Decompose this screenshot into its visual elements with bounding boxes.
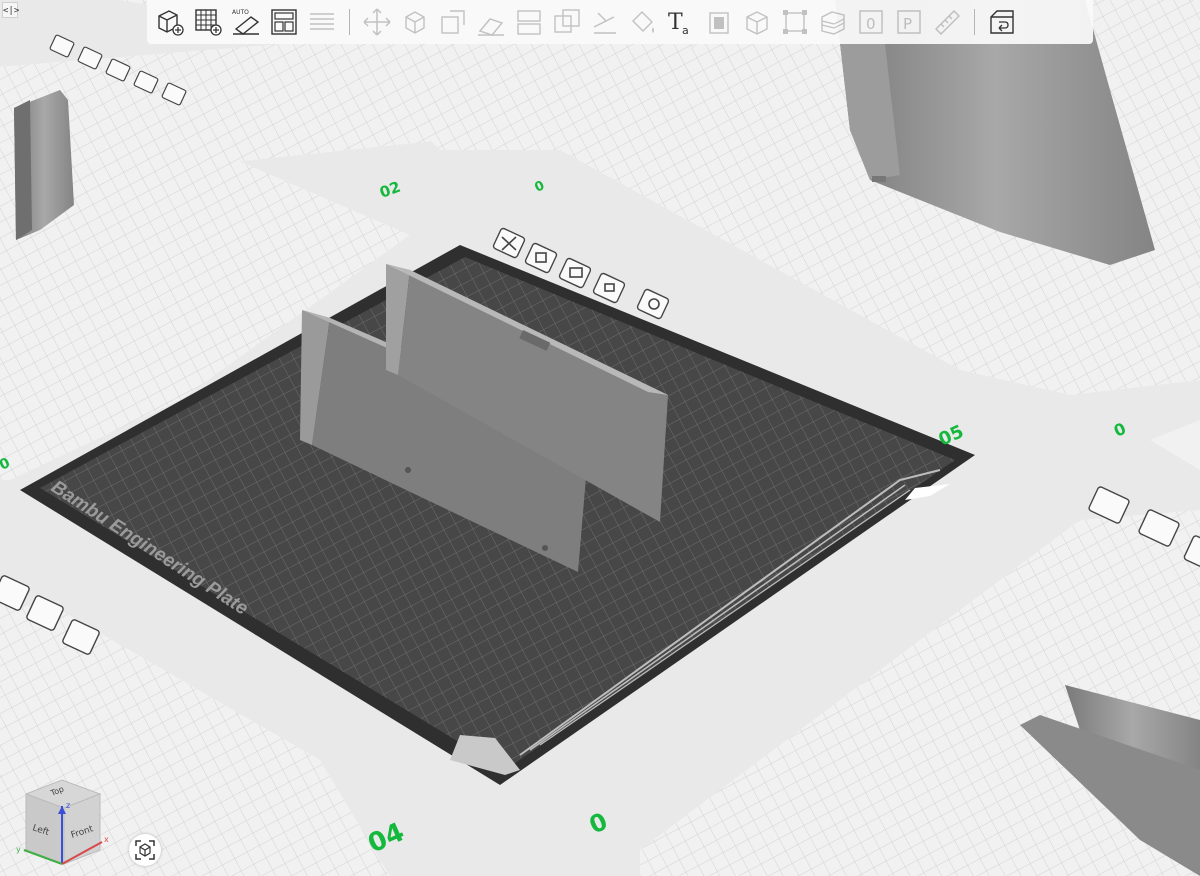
plate-number-02: 02 [377, 178, 403, 202]
move-button[interactable] [360, 2, 394, 42]
bounding-box-icon [783, 10, 807, 34]
layers-icon [821, 11, 845, 35]
seam-paint-icon [746, 11, 768, 35]
toolbar-separator [349, 9, 350, 35]
add-object-button[interactable] [153, 2, 187, 42]
mesh-boolean-button[interactable] [626, 2, 660, 42]
stacked-lines-icon [310, 13, 334, 30]
close-plate-icon[interactable] [49, 34, 75, 58]
svg-text:a: a [682, 24, 689, 37]
svg-text:T: T [668, 10, 683, 35]
panel-collapse-toggle[interactable]: <|> [2, 2, 19, 18]
arrange-icon [271, 9, 297, 35]
main-toolbar: AUTO Ta 0 P [147, 0, 1093, 44]
fuzzy-icon: P [897, 10, 921, 34]
add-plate-grid-icon [195, 9, 222, 36]
add-cube-icon [158, 10, 184, 36]
fit-view-icon [135, 840, 155, 860]
split-parts-icon [554, 9, 580, 33]
lock-plate-icon[interactable] [592, 272, 626, 304]
ruler-icon [935, 10, 960, 35]
split-parts-button[interactable] [550, 2, 584, 42]
support-paint-icon [709, 12, 729, 34]
measure-button[interactable] [778, 2, 812, 42]
lay-on-face-icon [478, 18, 504, 36]
ruler-button[interactable] [930, 2, 964, 42]
orient-plate-icon[interactable] [524, 242, 558, 274]
auto-orient-button[interactable]: AUTO [229, 2, 263, 42]
auto-orient-icon: AUTO [232, 9, 260, 35]
cut-button[interactable] [588, 2, 622, 42]
text-shape-button[interactable]: Ta [664, 2, 698, 42]
lay-on-face-button[interactable] [474, 2, 508, 42]
paint-bucket-icon [632, 11, 654, 33]
split-objects-icon [517, 10, 541, 35]
split-objects-button[interactable] [512, 2, 546, 42]
variable-layer-button[interactable] [816, 2, 850, 42]
support-paint-button[interactable] [702, 2, 736, 42]
text-icon: Ta [668, 10, 689, 37]
scale-icon [441, 10, 465, 34]
assembly-button[interactable]: 0 [854, 2, 888, 42]
svg-text:P: P [903, 15, 912, 33]
x-axis-label: x [104, 835, 109, 844]
assembly-icon: 0 [859, 10, 883, 34]
rotate-cube-icon [405, 11, 425, 34]
3d-viewport[interactable]: Bambu Engineering Plate 02 05 04 0 0 0 0 [0, 0, 1200, 876]
plate-number-bottom: 0 [585, 807, 612, 839]
fuzzy-button[interactable]: P [892, 2, 926, 42]
zoom-to-fit-button[interactable] [129, 834, 161, 866]
y-axis-label: y [16, 845, 21, 854]
split-plates-button[interactable] [305, 2, 339, 42]
rotate-button[interactable] [398, 2, 432, 42]
move-arrows-icon [363, 8, 391, 36]
seam-paint-button[interactable] [740, 2, 774, 42]
scale-button[interactable] [436, 2, 470, 42]
toolbar-separator [974, 9, 975, 35]
return-button[interactable] [985, 2, 1019, 42]
adjacent-plate-right[interactable] [1150, 420, 1200, 470]
plate-number-right: 0 [1111, 419, 1129, 441]
z-axis-label: z [66, 801, 70, 810]
plate-settings-icon[interactable] [636, 288, 670, 320]
plate-number-top: 0 [533, 178, 547, 195]
arrange-button[interactable] [267, 2, 301, 42]
cut-icon [593, 12, 616, 34]
add-plate-button[interactable] [191, 2, 225, 42]
svg-text:0: 0 [866, 15, 876, 33]
svg-text:AUTO: AUTO [232, 9, 249, 16]
view-cube[interactable]: Top Left Front z x y [12, 772, 112, 872]
arrange-plate-icon[interactable] [558, 257, 592, 289]
return-icon [990, 10, 1014, 34]
